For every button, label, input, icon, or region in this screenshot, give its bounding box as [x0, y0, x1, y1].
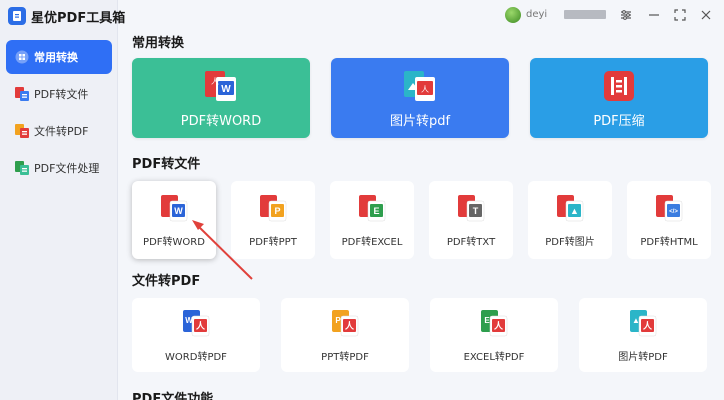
conversion-icon: </>: [656, 195, 683, 222]
maximize-button[interactable]: [670, 6, 690, 24]
card-label: PDF转图片: [545, 237, 595, 248]
svg-text:▲: ▲: [632, 316, 640, 325]
svg-text:</>: </>: [669, 209, 678, 215]
sidebar-item-label: 常用转换: [34, 51, 78, 64]
title-bar: deyi: [118, 0, 724, 30]
card-pdf转ppt[interactable]: P PDF转PPT: [231, 181, 315, 259]
svg-text:人: 人: [421, 85, 429, 94]
section-title-pdf-functions: PDF文件功能: [132, 392, 214, 400]
redacted-text: [564, 10, 606, 19]
svg-text:T: T: [473, 206, 479, 216]
minimize-button[interactable]: [644, 6, 664, 24]
section-title-file-to-pdf: 文件转PDF: [132, 274, 201, 289]
conversion-icon: E: [359, 195, 386, 222]
svg-text:人: 人: [642, 320, 653, 331]
card-label: 图片转pdf: [389, 114, 451, 129]
svg-text:W: W: [185, 316, 193, 325]
avatar[interactable]: [505, 7, 521, 23]
section-title-common: 常用转换: [132, 36, 185, 51]
svg-text:E: E: [484, 316, 490, 325]
sidebar-item-pdf-process[interactable]: PDF文件处理: [6, 151, 112, 185]
card-label: EXCEL转PDF: [463, 352, 525, 363]
svg-text:W: W: [174, 206, 183, 216]
svg-text:E: E: [373, 206, 379, 216]
card-excel转pdf[interactable]: 人 E EXCEL转PDF: [430, 298, 558, 372]
pdf-to-file-icon: [14, 86, 30, 102]
card-图片转pdf[interactable]: 人 ▲ 图片转PDF: [579, 298, 707, 372]
sidebar-item-file-to-pdf[interactable]: 文件转PDF: [6, 114, 112, 148]
minimize-icon: [649, 14, 659, 16]
sidebar-item-pdf-to-file[interactable]: PDF转文件: [6, 77, 112, 111]
card-pdf转html[interactable]: </> PDF转HTML: [627, 181, 711, 259]
sidebar-item-common[interactable]: 常用转换: [6, 40, 112, 74]
card-word转pdf[interactable]: 人 W WORD转PDF: [132, 298, 260, 372]
card-pdf-to-word-large[interactable]: W人 PDF转WORD: [132, 58, 310, 138]
conversion-icon: 人P: [332, 310, 359, 337]
settings-button[interactable]: [616, 6, 636, 24]
conversion-icon: 人▲: [630, 310, 657, 337]
close-icon: [701, 10, 711, 20]
sidebar-item-label: 文件转PDF: [34, 125, 89, 138]
svg-text:▲: ▲: [570, 206, 579, 216]
main-content: 常用转换 W人 PDF转WORD 人 图片转pdf PDF压缩 PDF转文件 W…: [118, 30, 724, 400]
sliders-icon: [621, 10, 631, 20]
svg-text:P: P: [335, 316, 341, 325]
svg-text:P: P: [274, 206, 280, 216]
card-pdf转excel[interactable]: E PDF转EXCEL: [330, 181, 414, 259]
svg-text:人: 人: [493, 320, 504, 331]
svg-text:人: 人: [344, 320, 355, 331]
grid-icon: [14, 49, 30, 65]
card-label: PDF转WORD: [180, 114, 262, 129]
card-pdf转txt[interactable]: T PDF转TXT: [429, 181, 513, 259]
user-id: deyi: [526, 9, 548, 20]
card-label: PDF压缩: [593, 114, 645, 129]
card-label: PDF转EXCEL: [341, 237, 403, 248]
conversion-icon: 人E: [481, 310, 508, 337]
card-label: 图片转PDF: [618, 352, 668, 363]
card-label: PDF转HTML: [640, 237, 698, 248]
conversion-icon: 人W: [183, 310, 210, 337]
card-pdf-compress-large[interactable]: PDF压缩: [530, 58, 708, 138]
conversion-icon: W: [161, 195, 188, 222]
pdf-process-icon: [14, 160, 30, 176]
conversion-icon: T: [458, 195, 485, 222]
conversion-icon: P: [260, 195, 287, 222]
card-label: WORD转PDF: [165, 352, 227, 363]
close-button[interactable]: [696, 6, 716, 24]
sidebar: 星优PDF工具箱 常用转换 PDF转文件 文件转PDF PDF文件处理: [0, 0, 125, 400]
card-label: PPT转PDF: [321, 352, 369, 363]
card-label: PDF转TXT: [446, 237, 496, 248]
card-label: PDF转PPT: [249, 237, 297, 248]
file-to-pdf-icon: [14, 123, 30, 139]
svg-text:人: 人: [195, 320, 206, 331]
section-title-pdf-to-file: PDF转文件: [132, 157, 201, 172]
sidebar-item-label: PDF文件处理: [34, 162, 100, 175]
conversion-icon: ▲: [557, 195, 584, 222]
svg-text:W: W: [221, 84, 231, 95]
card-pdf转图片[interactable]: ▲ PDF转图片: [528, 181, 612, 259]
sidebar-nav: 常用转换 PDF转文件 文件转PDF PDF文件处理: [6, 40, 112, 188]
app-title: 星优PDF工具箱: [8, 6, 125, 26]
app-logo-icon: [8, 7, 26, 25]
svg-text:人: 人: [211, 77, 219, 86]
card-label: PDF转WORD: [143, 237, 205, 248]
fullscreen-icon: [674, 9, 686, 21]
card-ppt转pdf[interactable]: 人 P PPT转PDF: [281, 298, 409, 372]
pdf-word-icon: W人: [205, 71, 236, 101]
card-image-to-pdf-large[interactable]: 人 图片转pdf: [331, 58, 509, 138]
image-pdf-icon: 人: [404, 71, 435, 101]
card-pdf转word[interactable]: W PDF转WORD: [132, 181, 216, 259]
pdf-compress-icon: [604, 71, 634, 101]
sidebar-item-label: PDF转文件: [34, 88, 89, 101]
app-name: 星优PDF工具箱: [31, 10, 126, 26]
